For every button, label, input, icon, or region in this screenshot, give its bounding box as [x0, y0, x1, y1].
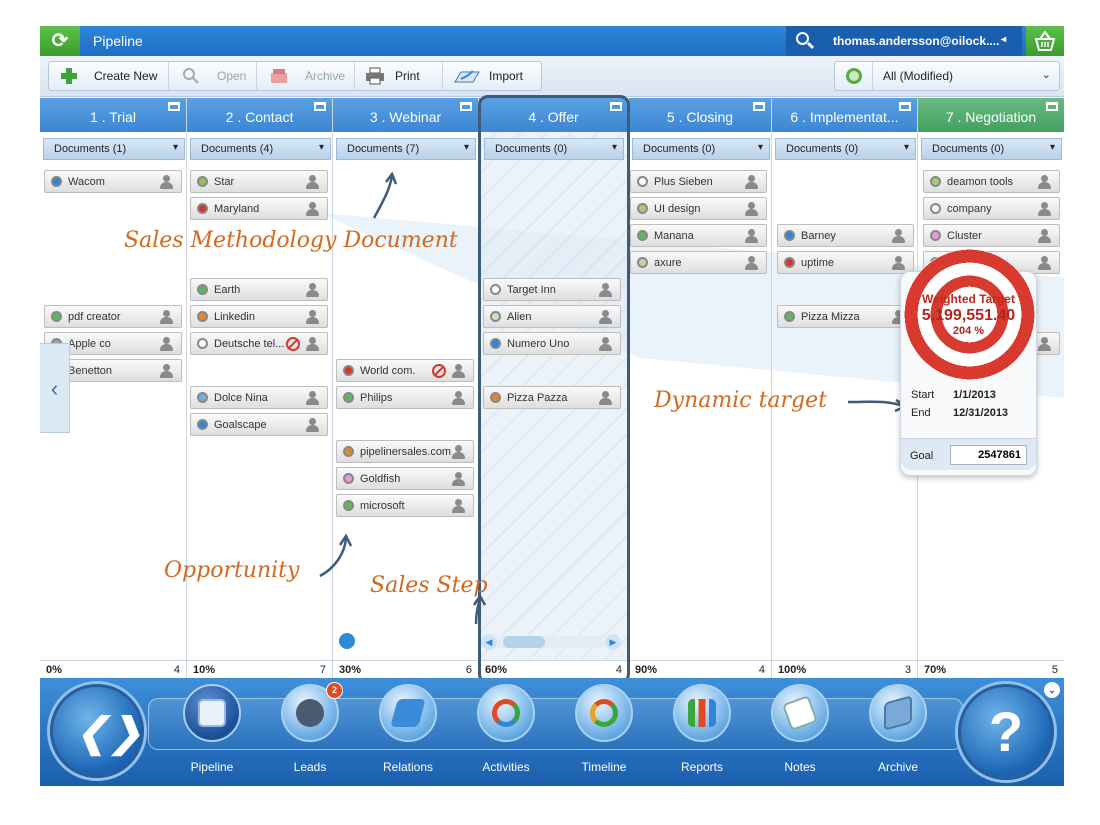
filter-select[interactable]: All (Modified) ⌄: [834, 61, 1060, 91]
bottom-dock: ❮❯ Pipeline 2 Leads Relations Activities…: [40, 678, 1064, 786]
weighted-target-percent: 204 %: [952, 325, 985, 337]
toolbar-actions: Create New Open Archive Print Import: [48, 61, 542, 91]
timeline-icon: [590, 699, 618, 727]
filter-settings-button[interactable]: [835, 62, 873, 90]
leads-badge: 2: [326, 682, 343, 699]
goal-row: Goal 2547861: [901, 438, 1036, 470]
user-menu[interactable]: thomas.andersson@oilock.... ◂: [822, 26, 1022, 56]
chevron-left-icon: ◂: [1000, 34, 1006, 45]
goal-input[interactable]: 2547861: [950, 445, 1027, 465]
app-window: ⟳ Pipeline thomas.andersson@oilock.... ◂: [40, 26, 1064, 786]
import-button[interactable]: Import: [443, 62, 541, 90]
annotation-opportunity: Opportunity: [164, 558, 300, 583]
open-button[interactable]: Open: [169, 62, 257, 90]
dock-reports[interactable]: Reports: [670, 684, 734, 782]
dock-activities[interactable]: Activities: [474, 684, 538, 782]
dock-relations[interactable]: Relations: [376, 684, 440, 782]
plus-icon: [61, 68, 77, 84]
gear-icon: [846, 68, 862, 84]
reports-icon: [688, 699, 716, 727]
column-footer: 0% 4: [40, 660, 186, 678]
column-footer: 30% 6: [333, 660, 478, 678]
help-button[interactable]: ?: [958, 684, 1054, 780]
refresh-icon[interactable]: ⟳: [40, 26, 80, 56]
column-footer: 100% 3: [772, 660, 917, 678]
app-title: Pipeline: [93, 33, 143, 49]
dock-archive[interactable]: Archive: [866, 684, 930, 782]
dock-leads[interactable]: 2 Leads: [278, 682, 343, 782]
create-new-button[interactable]: Create New: [49, 62, 169, 90]
logo-icon: ❮❯: [75, 711, 143, 755]
user-email: thomas.andersson@oilock....: [833, 34, 1000, 48]
dock-timeline[interactable]: Timeline: [572, 684, 636, 782]
search-button[interactable]: [786, 26, 822, 56]
basket-button[interactable]: [1026, 26, 1064, 56]
weighted-target-value: 5,199,551.40: [921, 307, 1016, 324]
column-footer: 70% 5: [918, 660, 1064, 678]
chevron-down-icon: ⌄: [1041, 69, 1051, 81]
pipeline-icon: [198, 699, 226, 727]
print-button[interactable]: Print: [355, 62, 443, 90]
basket-icon: [1034, 30, 1056, 51]
title-bar: ⟳ Pipeline thomas.andersson@oilock.... ◂: [40, 26, 1064, 56]
activities-icon: [492, 699, 520, 727]
archive-icon: [271, 69, 287, 83]
annotation-dynamic-target: Dynamic target: [654, 388, 827, 413]
filter-value: All (Modified): [883, 69, 954, 83]
column-footer: 90% 4: [629, 660, 771, 678]
collapse-dock-icon[interactable]: ⌄: [1044, 682, 1060, 698]
annotation-sales-step: Sales Step: [370, 573, 488, 598]
archive-button[interactable]: Archive: [257, 62, 355, 90]
magnifier-icon: [183, 68, 199, 84]
dock-notes[interactable]: Notes: [768, 684, 832, 782]
import-icon: [454, 70, 480, 83]
toolbar: Create New Open Archive Print Import All…: [40, 56, 1064, 97]
weighted-target-widget: Weighted Target 5,199,551.40 204 % Start…: [900, 249, 1037, 476]
weighted-target-label: Weighted Target: [922, 292, 1015, 306]
printer-icon: [366, 67, 384, 85]
dock-pipeline[interactable]: Pipeline: [180, 684, 244, 782]
app-logo-button[interactable]: ❮❯: [50, 684, 144, 778]
leads-icon: [296, 699, 324, 727]
annotation-methodology: Sales Methodology Document: [124, 228, 458, 253]
column-footer: 10% 7: [187, 660, 332, 678]
